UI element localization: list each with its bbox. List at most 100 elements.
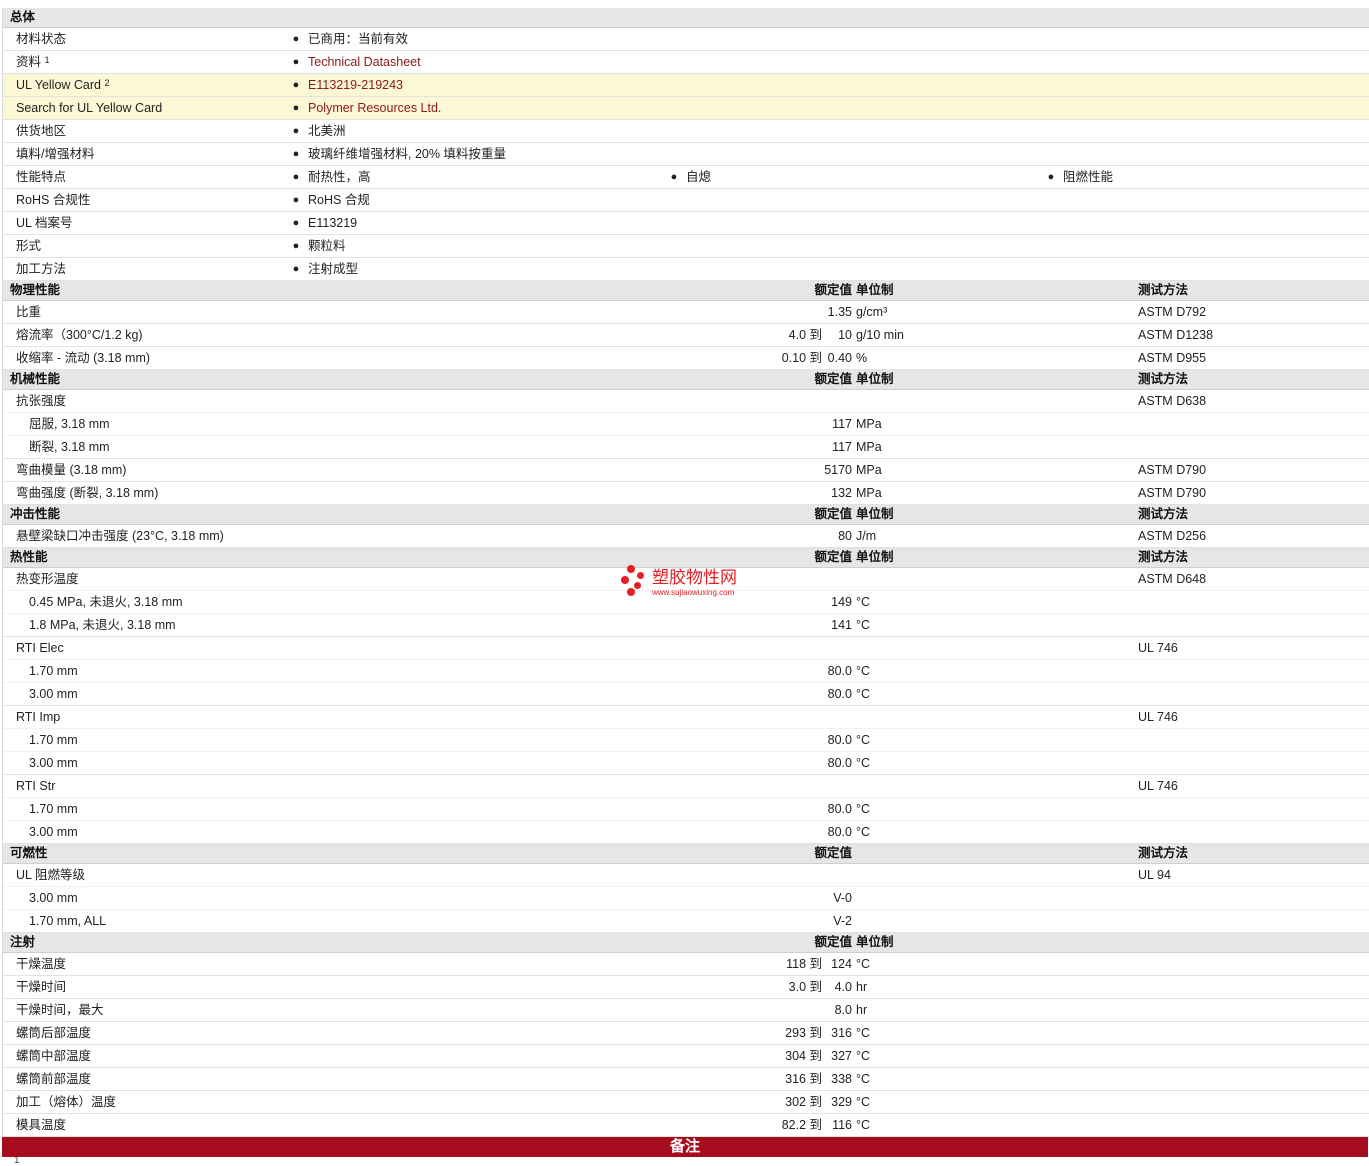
nominal-value: 80.0 <box>827 733 852 747</box>
section-header-mechanical: 机械性能 额定值 单位制 测试方法 <box>3 370 1369 390</box>
range-from: 4.0 到 <box>788 328 822 342</box>
unit: °C <box>856 957 871 971</box>
test-method: ASTM D955 <box>1138 351 1207 365</box>
row-value: 玻璃纤维增强材料, 20% 填料按重量 <box>308 147 506 161</box>
logo-dot <box>637 572 644 579</box>
nominal-value: 329 <box>831 1095 852 1109</box>
footnote-marker: 2 <box>104 78 110 88</box>
row-melt-flow: 熔流率（300°C/1.2 kg) 4.0 到 10 g/10 min ASTM… <box>3 324 1369 347</box>
section-title: 总体 <box>10 10 36 24</box>
watermark-logo: 塑胶物性网 www.sujiaowuxing.com <box>620 565 760 601</box>
range-from: 0.10 到 <box>781 351 822 365</box>
nominal-value: 117 <box>832 440 852 454</box>
row-label: 悬壁梁缺口冲击强度 (23°C, 3.18 mm) <box>16 529 224 543</box>
header-test-method: 测试方法 <box>1138 507 1189 521</box>
unit: °C <box>856 756 871 770</box>
header-unit: 单位制 <box>856 550 894 564</box>
row-rti-elec-170: 1.70 mm 80.0 °C <box>3 660 1369 683</box>
row-label: 供货地区 <box>16 124 67 138</box>
bullet: ● <box>292 240 300 252</box>
test-method: ASTM D648 <box>1138 572 1207 586</box>
row-rti-elec: RTI Elec UL 746 <box>3 637 1369 660</box>
polymer-resources-link[interactable]: Polymer Resources Ltd. <box>308 97 441 119</box>
row-label: 3.00 mm <box>29 756 78 770</box>
row-label: 加工（熔体）温度 <box>16 1095 117 1109</box>
row-label: 性能特点 <box>16 170 67 184</box>
row-label: 干燥时间，最大 <box>16 1003 104 1017</box>
header-unit: 单位制 <box>856 935 894 949</box>
ul-yellow-card-link[interactable]: E113219-219243 <box>308 74 403 96</box>
nominal-value: 316 <box>831 1026 852 1040</box>
row-label: 干燥时间 <box>16 980 67 994</box>
bullet: ● <box>1047 171 1055 183</box>
row-label: 热变形温度 <box>16 572 79 586</box>
row-mold-temp: 模具温度 82.2 到 116 °C <box>3 1114 1369 1137</box>
row-rti-imp: RTI Imp UL 746 <box>3 706 1369 729</box>
unit: °C <box>856 825 871 839</box>
bullet: ● <box>292 56 300 68</box>
nominal-value: V-2 <box>833 914 852 928</box>
footnote-marker: 1 <box>44 55 50 65</box>
top-margin <box>0 0 1369 8</box>
bullet: ● <box>670 171 678 183</box>
row-label: RTI Str <box>16 779 56 793</box>
bullet: ● <box>292 148 300 160</box>
unit: °C <box>856 1049 871 1063</box>
test-method: UL 746 <box>1138 641 1178 655</box>
row-value: E113219 <box>308 216 358 230</box>
test-method: ASTM D256 <box>1138 529 1207 543</box>
unit: hr <box>856 1003 868 1017</box>
unit: °C <box>856 802 871 816</box>
unit: °C <box>856 618 871 632</box>
row-ul94-300: 3.00 mm V-0 <box>3 887 1369 910</box>
unit: °C <box>856 1095 871 1109</box>
header-nominal: 额定值 <box>814 507 852 521</box>
row-label: UL 档案号 <box>16 216 73 230</box>
unit: % <box>856 351 868 365</box>
nominal-value: 80 <box>838 529 852 543</box>
section-header-impact: 冲击性能 额定值 单位制 测试方法 <box>3 505 1369 525</box>
section-title: 物理性能 <box>10 283 61 297</box>
test-method: ASTM D792 <box>1138 305 1207 319</box>
header-unit: 单位制 <box>856 507 894 521</box>
watermark-url: www.sujiaowuxing.com <box>652 588 735 597</box>
row-barrel-front-temp: 螺筒前部温度 316 到 338 °C <box>3 1068 1369 1091</box>
row-drying-temp: 干燥温度 118 到 124 °C <box>3 953 1369 976</box>
section-header-general: 总体 <box>3 8 1369 28</box>
test-method: UL 746 <box>1138 779 1178 793</box>
test-method: UL 746 <box>1138 710 1178 724</box>
nominal-value: 10 <box>838 328 852 342</box>
technical-datasheet-link[interactable]: Technical Datasheet <box>308 51 421 73</box>
row-ul-flame-rating: UL 阻燃等级 UL 94 <box>3 864 1369 887</box>
row-value: 颗粒料 <box>308 239 346 253</box>
row-label: 1.70 mm, ALL <box>29 914 107 928</box>
header-nominal: 额定值 <box>814 935 852 949</box>
header-unit: 单位制 <box>856 283 894 297</box>
row-label: 比重 <box>16 305 42 319</box>
section-header-physical: 物理性能 额定值 单位制 测试方法 <box>3 281 1369 301</box>
header-nominal: 额定值 <box>814 372 852 386</box>
feature-value: 自熄 <box>686 170 712 184</box>
row-label: 1.8 MPa, 未退火, 3.18 mm <box>29 618 176 632</box>
row-barrel-middle-temp: 螺筒中部温度 304 到 327 °C <box>3 1045 1369 1068</box>
row-label: 0.45 MPa, 未退火, 3.18 mm <box>29 595 183 609</box>
section-title: 可燃性 <box>10 846 48 860</box>
range-from: 3.0 到 <box>788 980 822 994</box>
row-rti-str: RTI Str UL 746 <box>3 775 1369 798</box>
nominal-value: 80.0 <box>827 664 852 678</box>
row-specific-gravity: 比重 1.35 g/cm³ ASTM D792 <box>3 301 1369 324</box>
nominal-value: 117 <box>832 417 852 431</box>
bullet: ● <box>292 217 300 229</box>
unit: °C <box>856 733 871 747</box>
row-tensile-strength: 抗张强度 ASTM D638 <box>3 390 1369 413</box>
unit: °C <box>856 1118 871 1132</box>
nominal-value: 0.40 <box>827 351 852 365</box>
section-title: 热性能 <box>10 550 48 564</box>
header-test-method: 测试方法 <box>1138 372 1189 386</box>
section-title: 机械性能 <box>10 372 61 386</box>
bullet: ● <box>292 79 300 91</box>
row-label: 收缩率 - 流动 (3.18 mm) <box>16 351 151 365</box>
unit: °C <box>856 1026 871 1040</box>
nominal-value: 327 <box>831 1049 852 1063</box>
feature-value: 耐热性，高 <box>308 170 371 184</box>
